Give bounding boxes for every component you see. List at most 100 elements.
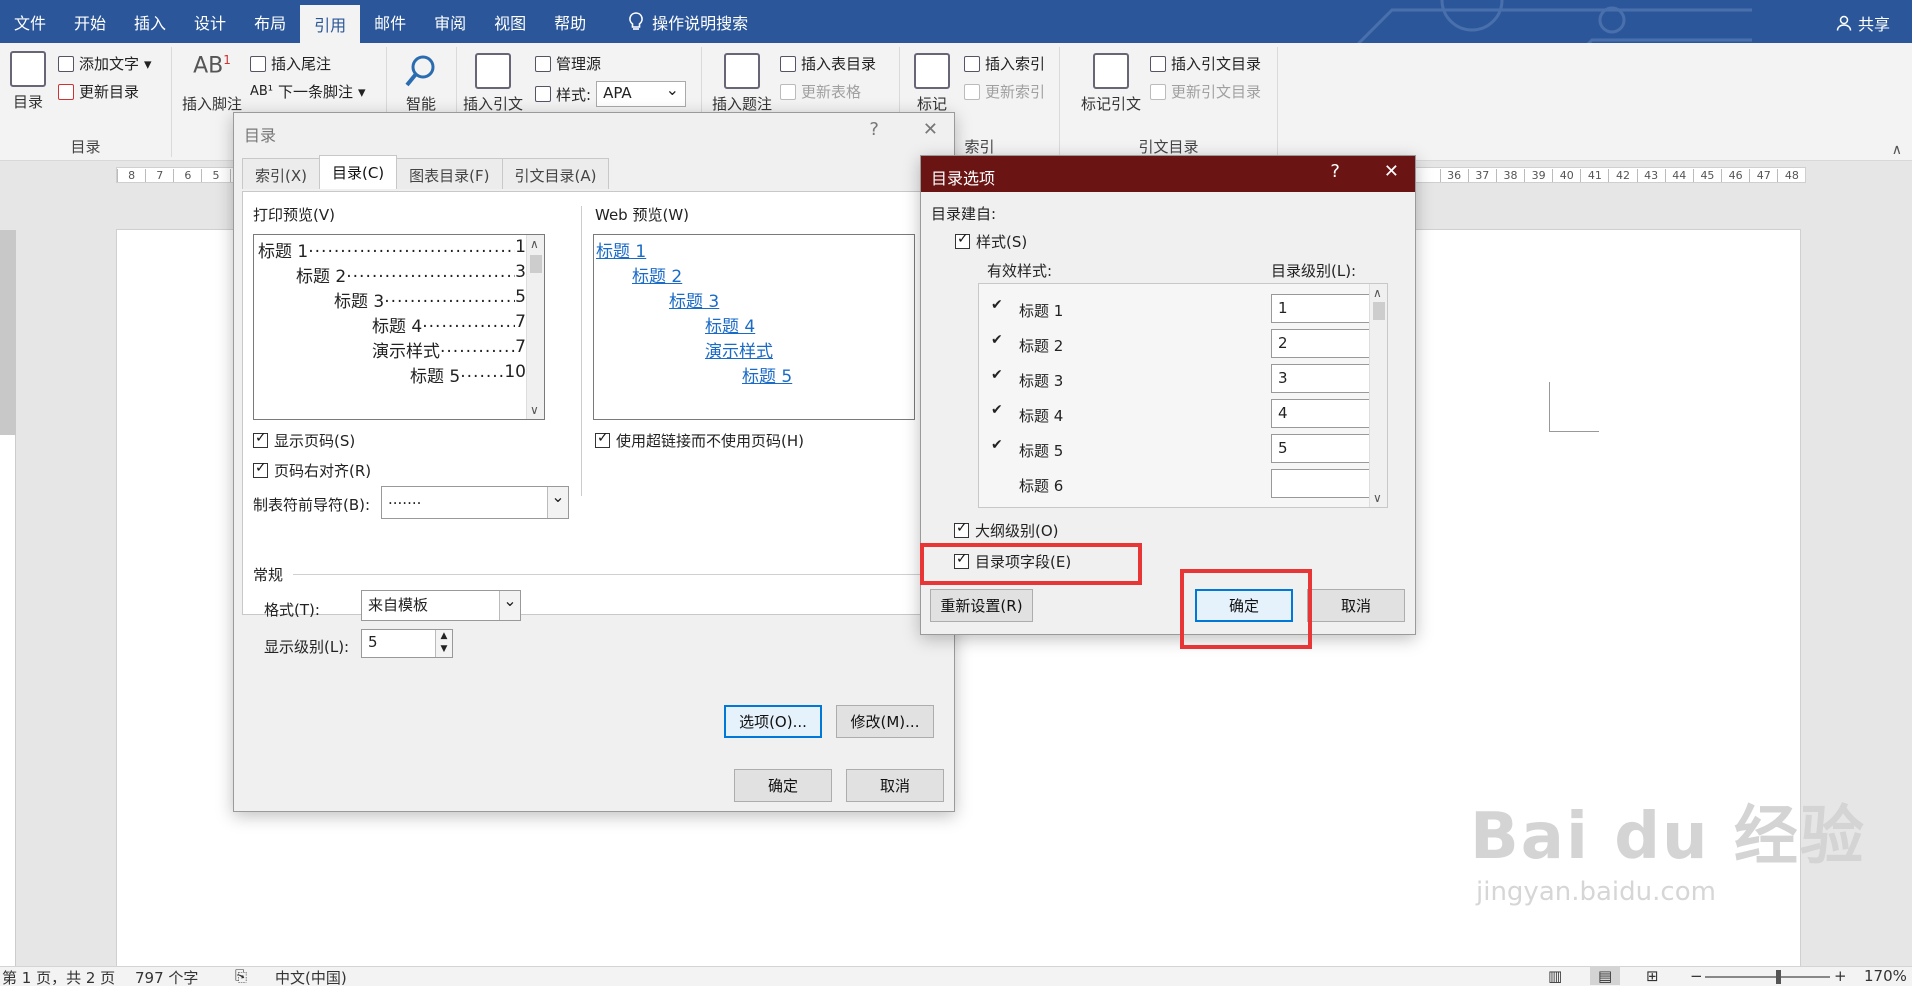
insert-index-icon (964, 55, 980, 72)
web-preview-link-1[interactable]: 标题 1 (596, 242, 646, 262)
help-button[interactable]: ? (869, 119, 879, 140)
print-layout-icon[interactable]: ▤ (1590, 967, 1621, 985)
zoom-slider-thumb[interactable] (1776, 970, 1781, 984)
right-align-checkbox[interactable]: 页码右对齐(R) (253, 460, 371, 481)
smart-lookup-button[interactable]: 智能 (393, 53, 449, 114)
word-count[interactable]: 797 个字 (135, 967, 198, 986)
insert-footnote-button[interactable]: AB1 插入脚注 (180, 53, 244, 114)
insert-toa-button[interactable]: 插入引文目录 (1150, 53, 1261, 74)
watermark-url: jingyan.baidu.com (1476, 877, 1716, 907)
tell-me-search[interactable]: 操作说明搜索 (614, 0, 762, 43)
styles-checkbox[interactable]: 样式(S) (955, 231, 1027, 252)
menu-tab-help[interactable]: 帮助 (540, 0, 600, 43)
zoom-level[interactable]: 170% (1864, 967, 1907, 985)
menu-tab-file[interactable]: 文件 (0, 0, 60, 43)
show-page-numbers-checkbox[interactable]: 显示页码(S) (253, 430, 355, 451)
style-level-input[interactable]: 4 (1271, 399, 1375, 428)
update-index-button[interactable]: 更新索引 (964, 81, 1045, 102)
options-button[interactable]: 选项(O)... (724, 705, 822, 738)
next-footnote-button[interactable]: AB¹ 下一条脚注 ▾ (250, 81, 366, 102)
reset-button[interactable]: 重新设置(R) (930, 589, 1033, 622)
tab-index[interactable]: 索引(X) (242, 158, 320, 189)
use-hyperlinks-checkbox[interactable]: 使用超链接而不使用页码(H) (595, 430, 804, 451)
read-mode-icon[interactable]: ▥ (1548, 967, 1562, 985)
style-level-input[interactable]: 1 (1271, 294, 1375, 323)
collapse-ribbon-icon[interactable]: ∧ (1892, 142, 1902, 158)
tab-table-of-figures[interactable]: 图表目录(F) (396, 158, 503, 189)
toc-button-label: 目录 (12, 93, 43, 111)
web-preview-link-3[interactable]: 标题 3 (669, 292, 719, 312)
styles-check[interactable] (955, 231, 970, 249)
zoom-in-button[interactable]: + (1834, 967, 1847, 985)
insert-endnote-button[interactable]: 插入尾注 (250, 53, 331, 74)
add-text-label: 添加文字 (79, 55, 140, 73)
menu-tab-home[interactable]: 开始 (60, 0, 120, 43)
style-level-input[interactable]: 3 (1271, 364, 1375, 393)
close-icon[interactable]: ✕ (923, 119, 938, 140)
tab-toc[interactable]: 目录(C) (318, 155, 398, 189)
tab-table-of-authorities[interactable]: 引文目录(A) (501, 158, 610, 189)
toc-cancel-button[interactable]: 取消 (846, 769, 944, 802)
menu-tab-view[interactable]: 视图 (480, 0, 540, 43)
outline-levels-label: 大纲级别(O) (975, 522, 1059, 540)
web-preview-link-5[interactable]: 演示样式 (705, 342, 773, 362)
options-help-button[interactable]: ? (1330, 161, 1340, 182)
right-align-check[interactable] (253, 460, 268, 478)
person-icon (1836, 15, 1852, 31)
outline-levels-check[interactable] (954, 520, 969, 538)
proofing-icon[interactable]: ⎘ (235, 967, 247, 985)
style-level-input[interactable] (1271, 469, 1375, 498)
options-cancel-button[interactable]: 取消 (1307, 589, 1405, 622)
zoom-out-button[interactable]: − (1690, 967, 1703, 985)
update-table-button[interactable]: 更新表格 (780, 81, 861, 102)
highlight-entry-fields (920, 543, 1142, 585)
use-hyperlinks-check[interactable] (595, 430, 610, 448)
tell-me-label: 操作说明搜索 (652, 13, 749, 33)
show-page-numbers-check[interactable] (253, 430, 268, 448)
options-close-icon[interactable]: ✕ (1384, 161, 1399, 182)
insert-toa-label: 插入引文目录 (1171, 55, 1262, 73)
add-text-button[interactable]: 添加文字 ▾ (58, 53, 152, 74)
citation-style-select[interactable]: APA (596, 80, 687, 107)
outline-levels-checkbox[interactable]: 大纲级别(O) (954, 520, 1059, 541)
ruler-tick: 48 (1777, 168, 1805, 182)
use-hyperlinks-label: 使用超链接而不使用页码(H) (616, 432, 804, 450)
web-preview-link-2[interactable]: 标题 2 (632, 267, 682, 287)
menu-tab-references[interactable]: 引用 (300, 5, 361, 43)
levels-label: 显示级别(L): (264, 638, 350, 656)
update-toa-button[interactable]: 更新引文目录 (1150, 81, 1261, 102)
format-select[interactable]: 来自模板 (361, 590, 521, 621)
share-button[interactable]: 共享 (1836, 11, 1890, 35)
print-preview-scrollbar[interactable]: ∧ ∨ (526, 235, 544, 419)
menu-tab-mailings[interactable]: 邮件 (360, 0, 420, 43)
web-preview-link-6[interactable]: 标题 5 (742, 367, 792, 387)
style-level-input[interactable]: 2 (1271, 329, 1375, 358)
insert-table-figures-button[interactable]: 插入表目录 (780, 53, 876, 74)
mark-entry-button[interactable]: 标记 (904, 53, 960, 114)
toc-ok-button[interactable]: 确定 (734, 769, 832, 802)
zoom-slider-track[interactable] (1705, 976, 1830, 978)
vertical-ruler (0, 230, 16, 970)
update-toc-button[interactable]: 更新目录 (58, 81, 139, 102)
style-list-scrollbar[interactable]: ∧ ∨ (1369, 284, 1387, 507)
insert-index-button[interactable]: 插入索引 (964, 53, 1045, 74)
menu-tab-design[interactable]: 设计 (180, 0, 240, 43)
style-level-input[interactable]: 5 (1271, 434, 1375, 463)
web-preview-link-4[interactable]: 标题 4 (705, 317, 755, 337)
page-count[interactable]: 第 1 页，共 2 页 (2, 967, 115, 986)
insert-index-label: 插入索引 (985, 55, 1046, 73)
mark-citation-button[interactable]: 标记引文 (1076, 53, 1146, 114)
insert-citation-button[interactable]: 插入引文 (461, 53, 525, 114)
modify-button[interactable]: 修改(M)... (836, 705, 934, 738)
manage-sources-button[interactable]: 管理源 (535, 53, 601, 74)
insert-caption-button[interactable]: 插入题注 (710, 53, 774, 114)
web-layout-icon[interactable]: ⊞ (1646, 967, 1659, 985)
menu-tab-insert[interactable]: 插入 (120, 0, 180, 43)
menu-tab-layout[interactable]: 布局 (240, 0, 300, 43)
toc-button[interactable]: 目录 (10, 51, 46, 112)
tab-leader-select[interactable]: ....... (381, 486, 569, 519)
available-styles-label: 有效样式: (987, 262, 1053, 280)
menu-tab-review[interactable]: 审阅 (420, 0, 480, 43)
language-indicator[interactable]: 中文(中国) (275, 967, 347, 986)
levels-spinner-arrows[interactable]: ▲ ▼ (435, 630, 452, 657)
